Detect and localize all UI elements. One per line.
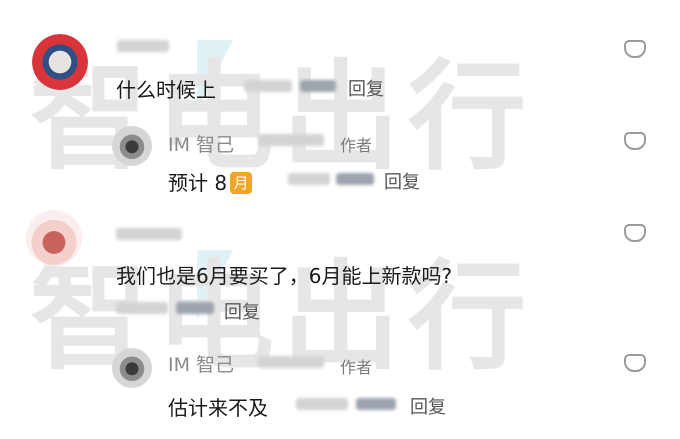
timestamp-blurred bbox=[258, 356, 324, 368]
author-avatar[interactable] bbox=[112, 348, 152, 388]
username-blurred[interactable] bbox=[116, 228, 182, 240]
location-blurred bbox=[176, 302, 214, 314]
comment-text: 我们也是6月要买了，6月能上新款吗? bbox=[116, 264, 453, 288]
like-icon[interactable] bbox=[624, 354, 646, 372]
reply-button[interactable]: 回复 bbox=[224, 298, 260, 324]
comment-2: 我们也是6月要买了，6月能上新款吗? 回复 IM 智己 作者 估计来不及 回复 bbox=[0, 0, 680, 439]
reply-text: 估计来不及 bbox=[168, 396, 268, 420]
location-blurred bbox=[356, 398, 396, 410]
timestamp-blurred bbox=[116, 302, 168, 314]
author-badge: 作者 bbox=[340, 358, 373, 377]
like-icon[interactable] bbox=[624, 224, 646, 242]
timestamp-blurred bbox=[296, 398, 348, 410]
reply-button[interactable]: 回复 bbox=[410, 393, 446, 419]
author-name[interactable]: IM 智己 bbox=[168, 350, 234, 377]
avatar[interactable] bbox=[26, 210, 82, 266]
